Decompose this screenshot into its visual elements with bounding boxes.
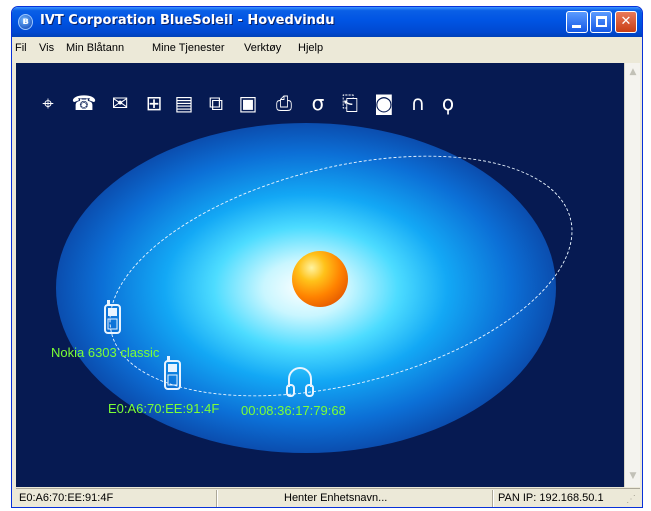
menu-bar: Fil Vis Min Blåtann Mine Tjenester Verkt… [12, 37, 642, 61]
device-phone-e0a670[interactable] [162, 355, 184, 395]
device-label-000836[interactable]: 00:08:36:17:79:68 [241, 403, 346, 418]
dialup-networking-icon[interactable]: ☎ [70, 89, 98, 117]
lan-access-icon[interactable]: ⊞ [140, 89, 168, 117]
local-device-sphere[interactable] [292, 251, 348, 307]
minimize-button[interactable] [566, 11, 588, 33]
status-separator [492, 490, 494, 507]
device-headphones-000836[interactable] [284, 363, 316, 403]
object-push-icon[interactable]: ⎗ [336, 89, 364, 117]
camera-icon[interactable]: ◙ [370, 89, 398, 117]
menu-verktoy[interactable]: Verktøy [244, 42, 281, 54]
maximize-icon [596, 16, 607, 27]
maximize-button[interactable] [590, 11, 612, 33]
window-title: IVT Corporation BlueSoleil - Hovedvindu [40, 13, 335, 28]
mouse-icon[interactable]: σ [304, 89, 332, 117]
menu-hjelp[interactable]: Hjelp [298, 42, 323, 54]
device-label-e0a670[interactable]: E0:A6:70:EE:91:4F [108, 401, 219, 416]
status-bar: E0:A6:70:EE:91:4F Henter Enhetsnavn... P… [16, 488, 640, 507]
menu-mine-tjenester[interactable]: Mine Tjenester [152, 42, 225, 54]
bluetooth-icon: ʙ [18, 14, 33, 30]
pim-sync-icon[interactable]: ▣ [234, 89, 262, 117]
headphones-icon [286, 367, 314, 397]
scroll-down-icon[interactable]: ▼ [626, 469, 640, 483]
file-transfer-icon[interactable]: ▤ [170, 89, 198, 117]
menu-vis[interactable]: Vis [39, 42, 54, 54]
device-label-nokia[interactable]: Nokia 6303 classic [51, 345, 159, 360]
status-pan-ip: PAN IP: 192.168.50.1 [498, 492, 604, 504]
status-separator [216, 490, 218, 507]
device-nokia-6303[interactable] [102, 299, 124, 339]
network-access-icon[interactable]: ⌖ [34, 89, 62, 117]
minimize-icon [572, 25, 581, 28]
menu-fil[interactable]: Fil [15, 42, 27, 54]
serial-port-icon[interactable]: ⧉ [202, 89, 230, 117]
title-bar[interactable]: ʙ IVT Corporation BlueSoleil - Hovedvind… [12, 7, 642, 37]
resize-grip-icon[interactable]: ⋰ [626, 493, 638, 507]
device-view[interactable]: ⌖ ☎ ✉ ⊞ ▤ ⧉ ▣ ⎙ σ ⎗ ◙ ∩ ϙ Nokia 6303 cla… [16, 63, 640, 487]
service-icons-bar: ⌖ ☎ ✉ ⊞ ▤ ⧉ ▣ ⎙ σ ⎗ ◙ ∩ ϙ [34, 89, 514, 119]
menu-min-blatann[interactable]: Min Blåtann [66, 42, 124, 54]
vertical-scrollbar[interactable]: ▲ ▼ [624, 63, 640, 487]
status-selected-device: E0:A6:70:EE:91:4F [19, 492, 114, 504]
headset-icon[interactable]: ∩ [404, 89, 432, 117]
fax-icon[interactable]: ✉ [106, 89, 134, 117]
close-icon: ✕ [620, 14, 632, 29]
close-button[interactable]: ✕ [615, 11, 637, 33]
printer-icon[interactable]: ⎙ [270, 89, 298, 117]
scroll-up-icon[interactable]: ▲ [626, 65, 640, 79]
mobile-phone-icon [104, 300, 121, 334]
main-window: ʙ IVT Corporation BlueSoleil - Hovedvind… [11, 6, 643, 508]
handsfree-icon[interactable]: ϙ [434, 89, 462, 117]
status-message: Henter Enhetsnavn... [284, 492, 388, 504]
mobile-phone-icon [164, 356, 181, 390]
